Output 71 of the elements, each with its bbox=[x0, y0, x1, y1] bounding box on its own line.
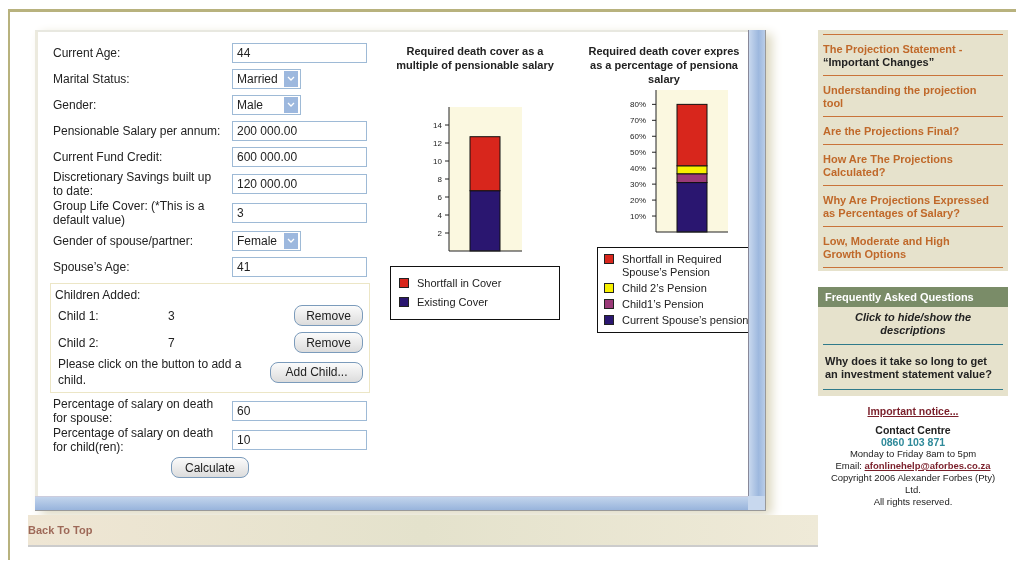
calculate-button[interactable]: Calculate bbox=[171, 457, 249, 478]
tick-label: 60% bbox=[630, 132, 646, 142]
tick-label: 12 bbox=[433, 139, 442, 148]
notice-link[interactable]: Important notice... bbox=[867, 405, 959, 417]
office-hours: Monday to Friday 8am to 5pm bbox=[848, 448, 978, 460]
field-label: Percentage of salary on death for child(ren): bbox=[53, 426, 215, 454]
tick-label: 20% bbox=[630, 196, 646, 206]
child-label: Child 1: bbox=[58, 308, 100, 323]
child-age: 3 bbox=[168, 308, 176, 323]
rights-text: All rights reserved. bbox=[872, 496, 954, 508]
tick-label: 50% bbox=[630, 148, 646, 158]
text-field[interactable]: 10 bbox=[232, 430, 367, 450]
tick-label: 10 bbox=[433, 157, 442, 166]
contact-title: Contact Centre bbox=[874, 424, 952, 436]
text-field[interactable]: 3 bbox=[232, 203, 367, 223]
faq-instruction[interactable]: Click to hide/show the descriptions bbox=[823, 307, 1003, 345]
field-label: Marital Status: bbox=[53, 71, 131, 86]
legend-label: Existing Cover bbox=[417, 296, 488, 309]
field-label: Current Fund Credit: bbox=[53, 149, 164, 164]
dropdown-field[interactable]: Male bbox=[232, 94, 301, 115]
legend-label: Shortfall in Required Spouse’s Pension bbox=[622, 253, 723, 279]
field-label: Spouse’s Age: bbox=[53, 259, 131, 274]
tick-label: 10% bbox=[630, 212, 646, 222]
legend-label: Shortfall in Cover bbox=[417, 277, 502, 290]
phone-number: 0860 103 871 bbox=[879, 436, 947, 448]
chart-title: Required death cover as a multiple of pensionable salary bbox=[395, 44, 555, 72]
sidebar-link[interactable]: The Projection Statement - “Important Changes” bbox=[823, 34, 1003, 75]
panel-heading: Children Added: bbox=[55, 288, 142, 302]
scrollbar-corner bbox=[748, 496, 765, 510]
tick-label: 6 bbox=[437, 193, 442, 202]
legend-label: Child1’s Pension bbox=[622, 298, 704, 311]
email-label: Email: bbox=[835, 460, 862, 471]
hint-text: Please click on the button to add a child. bbox=[58, 356, 243, 388]
tick-label: 14 bbox=[433, 121, 442, 130]
add-child-button[interactable]: Add Child... bbox=[270, 361, 363, 383]
faq-header: Frequently Asked Questions bbox=[818, 287, 1008, 307]
back-to-top-link[interactable]: Back To Top bbox=[28, 524, 93, 536]
tick-label: 70% bbox=[630, 116, 646, 126]
tick-label: 8 bbox=[437, 175, 442, 184]
email-link[interactable]: afonlinehelp@aforbes.co.za bbox=[864, 460, 991, 471]
child-age: 7 bbox=[168, 335, 176, 350]
legend-label: Child 2’s Pension bbox=[622, 282, 707, 295]
legend-label: Current Spouse’s pension bbox=[622, 314, 748, 327]
tick-label: 4 bbox=[437, 211, 442, 220]
field-label: Percentage of salary on death for spouse: bbox=[53, 397, 215, 425]
remove-button[interactable]: Remove bbox=[294, 305, 363, 326]
dropdown-field[interactable]: Married bbox=[232, 68, 301, 89]
tick-label: 40% bbox=[630, 164, 646, 174]
field-label: Gender of spouse/partner: bbox=[53, 233, 195, 248]
text-field[interactable]: 120 000.00 bbox=[232, 174, 367, 194]
text-field[interactable]: 60 bbox=[232, 401, 367, 421]
text-field[interactable]: 200 000.00 bbox=[232, 120, 367, 141]
vertical-scrollbar[interactable] bbox=[748, 30, 765, 496]
text-field[interactable]: 44 bbox=[232, 42, 367, 63]
tick-label: 80% bbox=[630, 100, 646, 110]
field-label: Pensionable Salary per annum: bbox=[53, 123, 221, 138]
dropdown-field[interactable]: Female bbox=[232, 230, 301, 251]
chart-title: Required death cover expres as a percentage of pensiona salary bbox=[587, 44, 741, 86]
tick-label: 2 bbox=[437, 229, 442, 238]
field-label: Current Age: bbox=[53, 45, 122, 60]
text-field[interactable]: 600 000.00 bbox=[232, 146, 367, 167]
horizontal-scrollbar[interactable] bbox=[35, 496, 748, 510]
faq-question[interactable]: Why does it take so long to get an investment statement value? bbox=[823, 345, 1003, 390]
field-label: Group Life Cover: (*This is a default value) bbox=[53, 199, 206, 227]
tick-label: 30% bbox=[630, 180, 646, 190]
text-field[interactable]: 41 bbox=[232, 256, 367, 277]
copyright-text: Copyright 2006 Alexander Forbes (Pty) Ltd. bbox=[829, 472, 997, 496]
child-label: Child 2: bbox=[58, 335, 100, 350]
field-label: Discretionary Savings built up to date: bbox=[53, 170, 213, 198]
remove-button[interactable]: Remove bbox=[294, 332, 363, 353]
field-label: Gender: bbox=[53, 97, 98, 112]
